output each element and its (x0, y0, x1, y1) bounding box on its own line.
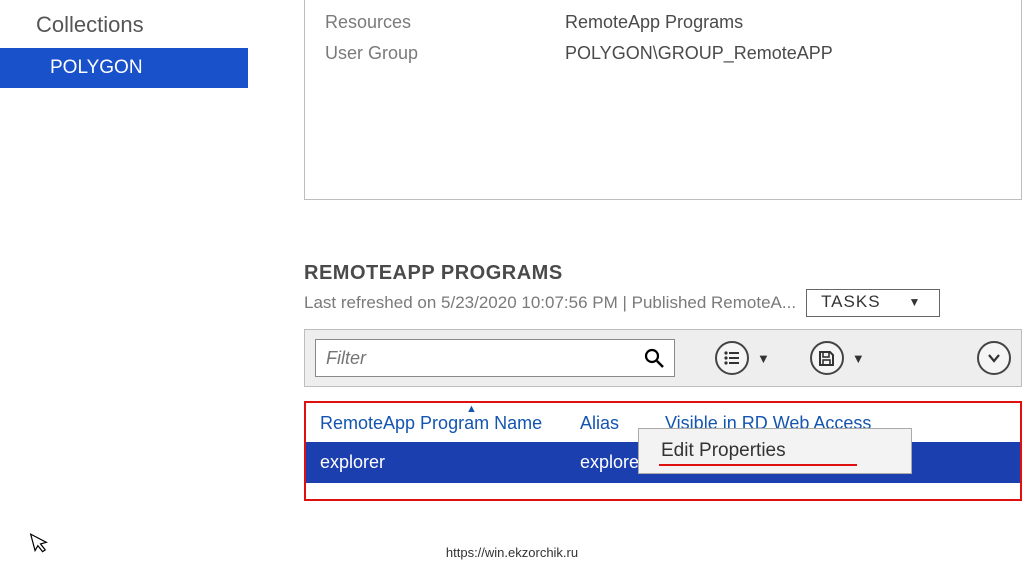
footer-url: https://win.ekzorchik.ru (446, 545, 578, 560)
table-row[interactable]: explorer explore Edit Properties (306, 442, 1020, 483)
sidebar: Collections POLYGON (0, 0, 248, 540)
caret-down-icon: ▼ (757, 351, 770, 366)
section-subtitle-row: Last refreshed on 5/23/2020 10:07:56 PM … (304, 289, 1024, 317)
section-title: REMOTEAPP PROGRAMS (304, 262, 1024, 285)
caret-down-icon: ▼ (852, 351, 865, 366)
ctx-label: Edit Properties (661, 440, 786, 461)
tasks-button[interactable]: TASKS ▼ (806, 289, 940, 317)
info-value: POLYGON\GROUP_RemoteAPP (565, 43, 833, 64)
tasks-label: TASKS (821, 292, 880, 312)
view-button-group[interactable]: ▼ (715, 341, 770, 375)
save-button-group[interactable]: ▼ (810, 341, 865, 375)
sort-asc-icon: ▲ (466, 403, 477, 415)
sidebar-header: Collections (0, 10, 248, 48)
context-menu: Edit Properties (638, 428, 912, 474)
cell-name: explorer (320, 452, 580, 473)
info-panel: Resources RemoteApp Programs User Group … (304, 0, 1022, 200)
content-area: Resources RemoteApp Programs User Group … (248, 0, 1024, 540)
filter-input[interactable] (326, 348, 644, 369)
filter-box[interactable] (315, 339, 675, 377)
caret-down-icon: ▼ (909, 295, 922, 309)
col-program-name[interactable]: RemoteApp Program Name (320, 413, 580, 434)
sidebar-item-polygon[interactable]: POLYGON (0, 48, 248, 88)
toolbar: ▼ ▼ (304, 329, 1022, 387)
programs-table: ▲ RemoteApp Program Name Alias Visible i… (304, 401, 1022, 501)
section-subtext: Last refreshed on 5/23/2020 10:07:56 PM … (304, 293, 796, 313)
save-icon[interactable] (810, 341, 844, 375)
info-label: User Group (325, 43, 565, 64)
info-label: Resources (325, 12, 565, 33)
expand-icon[interactable] (977, 341, 1011, 375)
info-row-usergroup: User Group POLYGON\GROUP_RemoteAPP (325, 43, 1001, 64)
info-row-resources: Resources RemoteApp Programs (325, 12, 1001, 33)
list-icon[interactable] (715, 341, 749, 375)
context-menu-edit-properties[interactable]: Edit Properties (639, 429, 911, 473)
search-icon[interactable] (644, 348, 664, 368)
highlight-underline (659, 464, 857, 466)
info-value: RemoteApp Programs (565, 12, 743, 33)
